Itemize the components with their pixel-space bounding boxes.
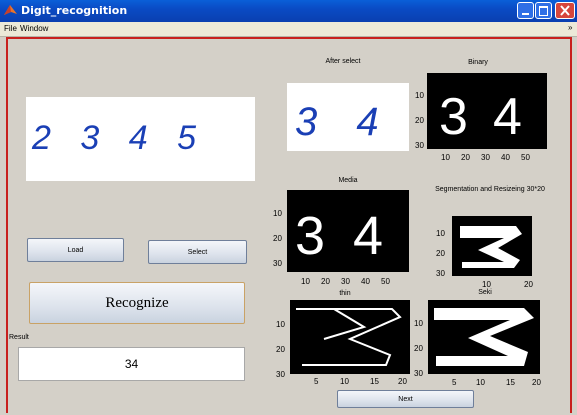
media-digit-3: 3 <box>295 206 325 266</box>
svg-text:10: 10 <box>476 378 485 386</box>
media-digit-4: 4 <box>353 206 383 266</box>
svg-text:10: 10 <box>273 209 282 218</box>
svg-text:10: 10 <box>482 280 491 289</box>
svg-text:40: 40 <box>361 277 370 286</box>
select-button[interactable]: Select <box>148 240 247 264</box>
svg-text:20: 20 <box>414 344 423 353</box>
result-label: Result <box>9 334 29 341</box>
maximize-icon <box>539 6 548 16</box>
svg-text:10: 10 <box>436 229 445 238</box>
svg-text:10: 10 <box>340 377 349 385</box>
selected-digits-label: 3 4 <box>295 100 393 144</box>
svg-text:10: 10 <box>301 277 310 286</box>
binary-digit-3: 3 <box>439 88 468 146</box>
svg-text:20: 20 <box>398 377 407 385</box>
svg-text:20: 20 <box>436 249 445 258</box>
media-x-axis: 10 20 30 40 50 <box>301 277 390 286</box>
close-icon <box>560 5 570 16</box>
svg-text:30: 30 <box>481 153 490 162</box>
svg-text:20: 20 <box>415 116 424 125</box>
recognize-button[interactable]: Recognize <box>29 282 245 324</box>
binary-digit-4: 4 <box>493 88 522 146</box>
media-y-axis: 10 20 30 <box>273 209 282 268</box>
seki-plot: 10 20 30 5 10 15 20 <box>414 300 541 386</box>
selected-digits-image: 3 4 <box>295 100 393 144</box>
close-button[interactable] <box>555 2 575 19</box>
after-select-image: 3 4 <box>287 83 409 151</box>
menu-file[interactable]: File <box>4 24 17 33</box>
media-label: Media <box>338 177 358 184</box>
segmentation-plot: 10 20 30 10 20 <box>436 216 533 289</box>
svg-text:20: 20 <box>276 345 285 354</box>
after-select-label: After select <box>325 58 361 65</box>
svg-text:10: 10 <box>414 319 423 328</box>
minimize-icon <box>522 13 529 15</box>
input-digits-image: 2 3 4 5 <box>31 119 196 157</box>
menu-overflow-icon[interactable]: » <box>568 23 572 32</box>
matlab-icon <box>4 5 17 15</box>
svg-text:15: 15 <box>370 377 379 385</box>
segmentation-y-axis: 10 20 30 <box>436 229 445 278</box>
svg-text:40: 40 <box>501 153 510 162</box>
binary-x-axis: 10 20 30 40 50 <box>441 153 530 162</box>
svg-text:30: 30 <box>436 269 445 278</box>
thin-x-axis: 5 10 15 20 <box>314 377 407 385</box>
menu-window[interactable]: Window <box>20 24 48 33</box>
thin-image <box>290 300 410 374</box>
maximize-button[interactable] <box>535 2 552 19</box>
svg-text:10: 10 <box>415 91 424 100</box>
next-button[interactable]: Next <box>337 390 474 408</box>
svg-text:10: 10 <box>276 320 285 329</box>
segmentation-x-axis: 10 20 <box>482 280 533 289</box>
media-plot: 3 4 10 20 30 10 20 30 40 50 <box>273 190 409 286</box>
result-field: 34 <box>18 347 245 381</box>
load-button[interactable]: Load <box>27 238 124 262</box>
segmentation-label: Segmentation and Resizeing 30*20 <box>435 186 545 193</box>
svg-text:20: 20 <box>273 234 282 243</box>
svg-text:30: 30 <box>273 259 282 268</box>
thin-plot: 10 20 30 5 10 15 20 <box>276 300 410 385</box>
thin-y-axis: 10 20 30 <box>276 320 285 379</box>
svg-text:30: 30 <box>276 370 285 379</box>
svg-text:15: 15 <box>506 378 515 386</box>
svg-text:50: 50 <box>521 153 530 162</box>
svg-text:20: 20 <box>461 153 470 162</box>
menu-bar: File Window » <box>0 22 577 37</box>
svg-text:30: 30 <box>341 277 350 286</box>
seki-y-axis: 10 20 30 <box>414 319 423 378</box>
svg-text:20: 20 <box>321 277 330 286</box>
binary-y-axis: 10 20 30 <box>415 91 424 150</box>
svg-text:10: 10 <box>441 153 450 162</box>
thin-label: thin <box>339 290 351 297</box>
minimize-button[interactable] <box>517 2 534 19</box>
svg-text:5: 5 <box>314 377 319 385</box>
svg-text:20: 20 <box>532 378 541 386</box>
svg-text:30: 30 <box>414 369 423 378</box>
seki-label: Seki <box>478 289 492 296</box>
input-image: 2 3 4 5 <box>26 97 255 181</box>
svg-text:50: 50 <box>381 277 390 286</box>
svg-text:30: 30 <box>415 141 424 150</box>
seki-x-axis: 5 10 15 20 <box>452 378 541 386</box>
binary-plot: 3 4 10 20 30 10 20 30 40 50 <box>415 73 547 162</box>
window-title: Digit_recognition <box>21 4 128 17</box>
svg-text:20: 20 <box>524 280 533 289</box>
binary-label: Binary <box>468 59 488 66</box>
svg-text:5: 5 <box>452 378 457 386</box>
